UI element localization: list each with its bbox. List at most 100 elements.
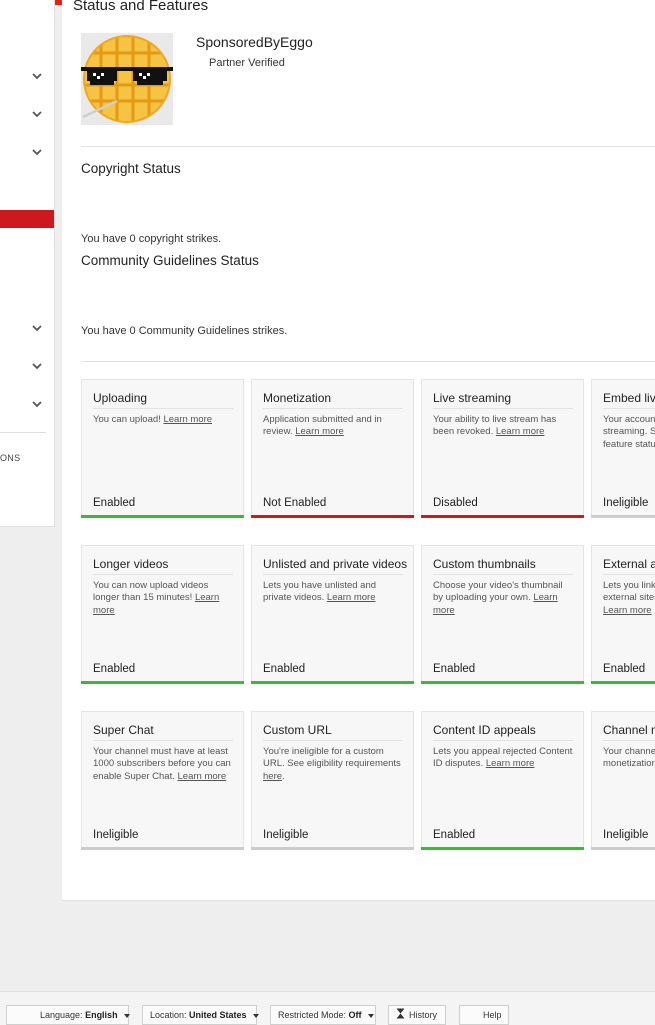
copyright-text: You have 0 copyright strikes. — [81, 233, 222, 245]
card-divider — [93, 740, 233, 741]
copyright-heading: Copyright Status — [81, 161, 181, 176]
history-label: History — [409, 1010, 438, 1020]
status-bar-ineligible — [81, 847, 244, 850]
feature-card-monetization: Monetization Application submitted and i… — [251, 379, 414, 518]
waffle-sunglasses-avatar — [81, 35, 173, 123]
feature-status: Ineligible — [263, 829, 309, 841]
card-divider — [603, 408, 655, 409]
feature-status: Enabled — [93, 497, 136, 509]
hourglass-icon — [396, 1008, 405, 1019]
card-divider — [93, 574, 233, 575]
status-bar-enabled — [591, 681, 655, 684]
feature-card-embed-live: Embed live Your account streaming. S fea… — [591, 379, 655, 518]
feature-description: Your ability to live stream has been rev… — [433, 414, 557, 438]
status-bar-ineligible — [591, 847, 655, 850]
feature-status: Not Enabled — [263, 497, 327, 509]
location-value: United States — [189, 1010, 247, 1020]
feature-description: Your account streaming. S feature statu — [603, 414, 655, 450]
feature-card-longer-videos: Longer videos You can now upload videos … — [81, 545, 244, 684]
sidebar-item-active[interactable] — [0, 210, 54, 228]
feature-title: Channel mo — [603, 723, 655, 737]
history-button[interactable]: History — [388, 1005, 446, 1025]
status-bar-ineligible — [591, 515, 655, 518]
avatar — [81, 33, 173, 125]
status-bar-enabled — [81, 681, 244, 684]
feature-title: Live streaming — [433, 391, 512, 405]
status-bar-disabled — [251, 515, 414, 518]
feature-title: Monetization — [263, 391, 332, 405]
feature-description: You can upload! Learn more — [93, 414, 213, 425]
feature-card-custom-url: Custom URL You're ineligible for a custo… — [251, 711, 414, 850]
feature-status: Enabled — [603, 663, 646, 675]
chevron-down-icon[interactable] — [30, 321, 44, 335]
card-divider — [93, 408, 233, 409]
feature-description: Your channel must have at least 1000 sub… — [93, 746, 231, 782]
chevron-down-icon[interactable] — [30, 69, 44, 83]
feature-description: Lets you appeal rejected Content ID disp… — [433, 746, 573, 770]
learn-more-link[interactable]: Learn more — [603, 605, 652, 616]
card-divider — [433, 408, 573, 409]
page-title: Status and Features — [73, 0, 209, 14]
feature-description: Application submitted and in review. Lea… — [263, 414, 382, 438]
feature-description: Choose your video's thumbnail by uploadi… — [433, 580, 563, 616]
divider — [81, 361, 655, 362]
status-bar-enabled — [81, 515, 244, 518]
language-picker-button[interactable]: Language: English — [6, 1005, 130, 1025]
sidebar-item-label[interactable]: ONS — [0, 453, 20, 463]
caret-down-icon — [123, 1013, 130, 1018]
feature-status: Enabled — [93, 663, 136, 675]
chevron-down-icon[interactable] — [30, 359, 44, 373]
chevron-down-icon[interactable] — [30, 145, 44, 159]
feature-title: External an — [603, 557, 655, 571]
language-label: Language: — [40, 1010, 83, 1020]
card-divider — [263, 408, 403, 409]
chevron-down-icon[interactable] — [30, 107, 44, 121]
language-value: English — [85, 1010, 118, 1020]
channel-name[interactable]: SponsoredByEggo — [196, 34, 313, 50]
location-label: Location: — [150, 1010, 187, 1020]
chevron-down-icon[interactable] — [30, 397, 44, 411]
here-link[interactable]: here — [263, 771, 282, 782]
feature-card-channel-monetization: Channel mo Your channel monetization Ine… — [591, 711, 655, 850]
status-bar-disabled — [421, 515, 584, 518]
feature-status: Disabled — [433, 497, 478, 509]
feature-title: Longer videos — [93, 557, 169, 571]
card-divider — [263, 740, 403, 741]
feature-status: Enabled — [263, 663, 306, 675]
feature-title: Super Chat — [93, 723, 154, 737]
restricted-value: Off — [348, 1010, 362, 1020]
learn-more-link[interactable]: Learn more — [295, 426, 344, 437]
feature-description: Your channel monetization — [603, 746, 655, 770]
feature-card-super-chat: Super Chat Your channel must have at lea… — [81, 711, 244, 850]
divider — [81, 146, 655, 147]
feature-title: Embed live — [603, 391, 655, 405]
feature-card-unlisted-private: Unlisted and private videos Lets you hav… — [251, 545, 414, 684]
learn-more-link[interactable]: Learn more — [178, 771, 227, 782]
learn-more-link[interactable]: Learn more — [327, 592, 376, 603]
restricted-label: Restricted Mode: — [278, 1010, 347, 1020]
feature-status: Enabled — [433, 829, 476, 841]
feature-card-live-streaming: Live streaming Your ability to live stre… — [421, 379, 584, 518]
community-heading: Community Guidelines Status — [81, 253, 259, 268]
learn-more-link[interactable]: Learn more — [163, 414, 212, 425]
card-divider — [603, 740, 655, 741]
partner-verified-badge: Partner Verified — [209, 57, 285, 69]
status-bar-enabled — [421, 847, 584, 850]
feature-title: Custom thumbnails — [433, 557, 536, 571]
card-divider — [603, 574, 655, 575]
feature-card-custom-thumbnails: Custom thumbnails Choose your video's th… — [421, 545, 584, 684]
sidebar-divider — [0, 432, 46, 433]
learn-more-link[interactable]: Learn more — [496, 426, 545, 437]
learn-more-link[interactable]: Learn more — [486, 758, 535, 769]
restricted-mode-button[interactable]: Restricted Mode: Off — [270, 1005, 376, 1025]
location-picker-button[interactable]: Location: United States — [142, 1005, 259, 1025]
feature-status: Ineligible — [603, 829, 649, 841]
card-divider — [433, 574, 573, 575]
feature-status: Ineligible — [603, 497, 649, 509]
feature-description: Lets you have unlisted and private video… — [263, 580, 377, 604]
help-button[interactable]: Help — [459, 1005, 509, 1025]
feature-status: Enabled — [433, 663, 476, 675]
feature-status: Ineligible — [93, 829, 139, 841]
community-text: You have 0 Community Guidelines strikes. — [81, 325, 288, 337]
help-label: Help — [483, 1010, 502, 1020]
